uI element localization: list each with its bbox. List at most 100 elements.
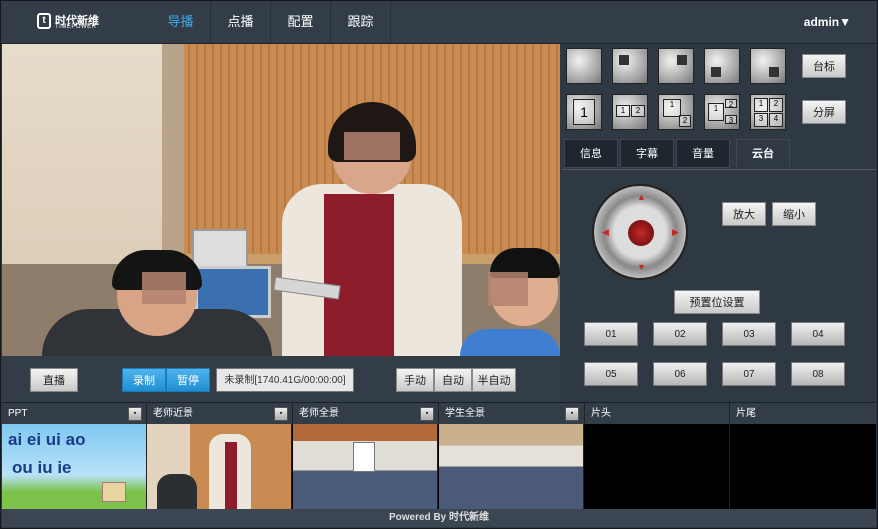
nav-item-config[interactable]: 配置	[271, 1, 331, 43]
layout-three-button[interactable]: 1 2 3	[704, 94, 740, 130]
ptz-home-icon[interactable]	[628, 220, 654, 246]
nav-item-tracking[interactable]: 跟踪	[331, 1, 391, 43]
layout-cell-icon: 2	[679, 115, 691, 127]
slot-settings-icon[interactable]: ▪	[565, 407, 579, 421]
source-slot-ending[interactable]	[730, 424, 876, 509]
face-blur	[488, 272, 528, 306]
live-button[interactable]: 直播	[30, 368, 78, 392]
source-slot-ppt[interactable]: ai ei ui ao ou iu ie	[2, 424, 147, 509]
main-video-preview	[2, 44, 560, 356]
preset-02-button[interactable]: 02	[653, 322, 707, 346]
preset-03-button[interactable]: 03	[722, 322, 776, 346]
control-bar: 直播 录制 暂停 未录制[1740.41G/00:00:00] 手动 自动 半自…	[2, 356, 560, 402]
layout-pip-button[interactable]: 1 2	[658, 94, 694, 130]
nav-item-director[interactable]: 导播	[151, 1, 211, 43]
pip-top-left-button[interactable]	[612, 48, 648, 84]
pip-logo-button[interactable]: 台标	[802, 54, 846, 78]
layout-four-button[interactable]: 1 2 3 4	[750, 94, 786, 130]
zoom-out-button[interactable]: 缩小	[772, 202, 816, 226]
source-slot-opening[interactable]	[585, 424, 730, 509]
layout-cell-icon: 3	[725, 115, 737, 125]
slot-settings-icon[interactable]: ▪	[420, 407, 434, 421]
slot-label-student-wide: 学生全景	[439, 403, 585, 425]
layout-cell-icon: 1	[573, 99, 595, 125]
whiteboard-thumb	[353, 442, 375, 472]
manual-mode-button[interactable]: 手动	[396, 368, 434, 392]
layout-single-button[interactable]: 1	[566, 94, 602, 130]
layout-two-button[interactable]: 1 2	[612, 94, 648, 130]
slot-label-opening: 片头	[585, 403, 730, 425]
pause-button[interactable]: 暂停	[166, 368, 210, 392]
pip-indicator-icon	[769, 67, 779, 77]
pip-bottom-right-button[interactable]	[750, 48, 786, 84]
video-teacher-shirt	[324, 194, 394, 356]
face-blur	[344, 132, 400, 160]
pip-indicator-icon	[711, 67, 721, 77]
split-screen-button[interactable]: 分屏	[802, 100, 846, 124]
source-strip-header: PPT ▪ 老师近景 ▪ 老师全景 ▪ 学生全景 ▪ 片头 片尾	[2, 402, 876, 425]
tab-ptz[interactable]: 云台	[736, 139, 790, 168]
layout-cell-icon: 1	[754, 98, 768, 112]
layout-cell-icon: 2	[725, 99, 737, 109]
right-control-panel: 台标 1 1 2 1 2 1 2 3 1 2 3 4 分屏 信息 字幕 音量 云…	[562, 44, 876, 402]
record-status: 未录制[1740.41G/00:00:00]	[216, 368, 354, 392]
layout-cell-icon: 1	[708, 103, 724, 121]
source-slot-teacher-wide[interactable]	[293, 424, 438, 509]
source-slot-student-wide[interactable]	[439, 424, 584, 509]
main-nav: 导播 点播 配置 跟踪	[151, 1, 391, 43]
zoom-in-button[interactable]: 放大	[722, 202, 766, 226]
record-button[interactable]: 录制	[122, 368, 166, 392]
tab-info[interactable]: 信息	[564, 139, 618, 168]
arrow-right-icon[interactable]: ▶	[672, 227, 679, 238]
video-monitor	[192, 229, 248, 269]
logo-icon: t	[37, 13, 51, 29]
panel-tabs: 信息 字幕 音量 云台	[562, 139, 876, 170]
slot-label-ppt: PPT	[2, 403, 147, 425]
brand-sub: TIMEPOWER	[55, 24, 97, 30]
student-thumb-figure	[157, 474, 197, 509]
layout-cell-icon: 1	[616, 105, 630, 117]
preset-06-button[interactable]: 06	[653, 362, 707, 386]
pip-bottom-left-button[interactable]	[704, 48, 740, 84]
pip-none-button[interactable]	[566, 48, 602, 84]
layout-cell-icon: 3	[754, 113, 768, 127]
teacher-thumb-shirt	[225, 442, 237, 509]
slot-settings-icon[interactable]: ▪	[128, 407, 142, 421]
ptz-direction-pad[interactable]: ▲ ▼ ◀ ▶	[592, 184, 688, 280]
preset-settings-button[interactable]: 预置位设置	[674, 290, 760, 314]
pip-indicator-icon	[677, 55, 687, 65]
user-menu[interactable]: admin▼	[804, 1, 851, 43]
pip-top-right-button[interactable]	[658, 48, 694, 84]
tab-subtitle[interactable]: 字幕	[620, 139, 674, 168]
preset-07-button[interactable]: 07	[722, 362, 776, 386]
slot-label-teacher-wide: 老师全景	[293, 403, 439, 425]
arrow-up-icon[interactable]: ▲	[637, 192, 646, 202]
slot-settings-icon[interactable]: ▪	[274, 407, 288, 421]
preset-04-button[interactable]: 04	[791, 322, 845, 346]
top-navigation-bar: t 时代新维 TIMEPOWER 导播 点播 配置 跟踪 admin▼	[1, 1, 877, 44]
auto-mode-button[interactable]: 自动	[434, 368, 472, 392]
pip-indicator-icon	[619, 55, 629, 65]
arrow-down-icon[interactable]: ▼	[637, 262, 646, 272]
layout-cell-icon: 2	[769, 98, 783, 112]
slot-label-ending: 片尾	[736, 408, 756, 419]
house-icon	[102, 482, 126, 502]
source-slot-teacher-close[interactable]	[147, 424, 292, 509]
preset-01-button[interactable]: 01	[584, 322, 638, 346]
arrow-left-icon[interactable]: ◀	[602, 227, 609, 238]
layout-cell-icon: 2	[631, 105, 645, 117]
nav-item-vod[interactable]: 点播	[211, 1, 271, 43]
ppt-line-2: ou iu ie	[12, 458, 72, 477]
footer: Powered By 时代新维	[2, 509, 876, 527]
video-student-right	[460, 329, 560, 356]
tab-volume[interactable]: 音量	[676, 139, 730, 168]
preset-08-button[interactable]: 08	[791, 362, 845, 386]
brand-logo: t 时代新维 TIMEPOWER	[37, 12, 99, 32]
source-strip: PPT ▪ 老师近景 ▪ 老师全景 ▪ 学生全景 ▪ 片头 片尾 ai ei u…	[2, 402, 876, 509]
semi-auto-mode-button[interactable]: 半自动	[472, 368, 516, 392]
preset-05-button[interactable]: 05	[584, 362, 638, 386]
slot-label-teacher-close: 老师近景	[147, 403, 293, 425]
layout-cell-icon: 4	[769, 113, 783, 127]
ppt-line-1: ai ei ui ao	[8, 430, 86, 449]
face-blur	[142, 272, 186, 304]
